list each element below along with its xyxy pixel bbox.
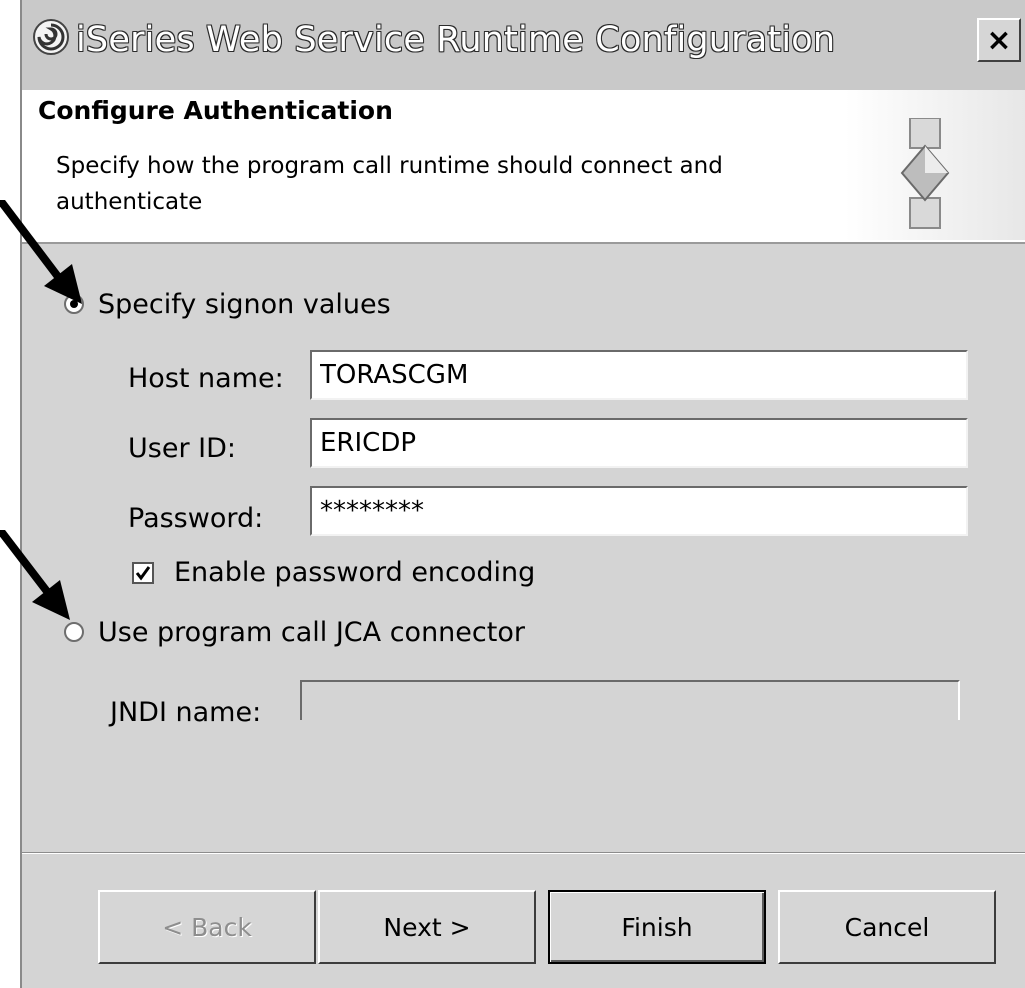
annotation-arrow-icon xyxy=(0,530,70,620)
page-description: Specify how the program call runtime sho… xyxy=(56,153,723,215)
user-id-field[interactable] xyxy=(310,418,968,468)
window-title: iSeries Web Service Runtime Configuratio… xyxy=(76,20,836,60)
jndi-name-label: JNDI name: xyxy=(110,697,262,728)
close-button[interactable]: × xyxy=(977,18,1021,62)
wizard-header: Configure Authentication Specify how the… xyxy=(22,90,1025,244)
close-icon: × xyxy=(986,22,1012,58)
password-encoding-label[interactable]: Enable password encoding xyxy=(174,556,535,590)
back-button[interactable]: < Back xyxy=(98,890,316,964)
user-id-label: User ID: xyxy=(128,433,236,464)
next-button[interactable]: Next > xyxy=(318,890,536,964)
jndi-name-field[interactable] xyxy=(300,680,960,720)
wizard-banner-icon xyxy=(900,118,950,229)
password-encoding-checkbox[interactable] xyxy=(132,562,154,584)
button-separator xyxy=(22,852,1025,854)
password-label: Password: xyxy=(128,503,264,534)
title-bar[interactable]: iSeries Web Service Runtime Configuratio… xyxy=(22,0,1025,91)
checkmark-icon xyxy=(135,566,151,581)
dialog-window: iSeries Web Service Runtime Configuratio… xyxy=(20,0,1025,988)
host-name-field[interactable] xyxy=(310,350,968,400)
jca-connector-label[interactable]: Use program call JCA connector xyxy=(98,616,525,650)
annotation-arrow-icon xyxy=(0,200,82,304)
page-title: Configure Authentication xyxy=(38,96,393,125)
password-field[interactable] xyxy=(310,486,968,536)
finish-button[interactable]: Finish xyxy=(548,890,766,964)
cancel-button[interactable]: Cancel xyxy=(778,890,996,964)
signon-values-label[interactable]: Specify signon values xyxy=(98,288,391,322)
host-name-label: Host name: xyxy=(128,363,284,394)
app-icon xyxy=(33,19,69,55)
